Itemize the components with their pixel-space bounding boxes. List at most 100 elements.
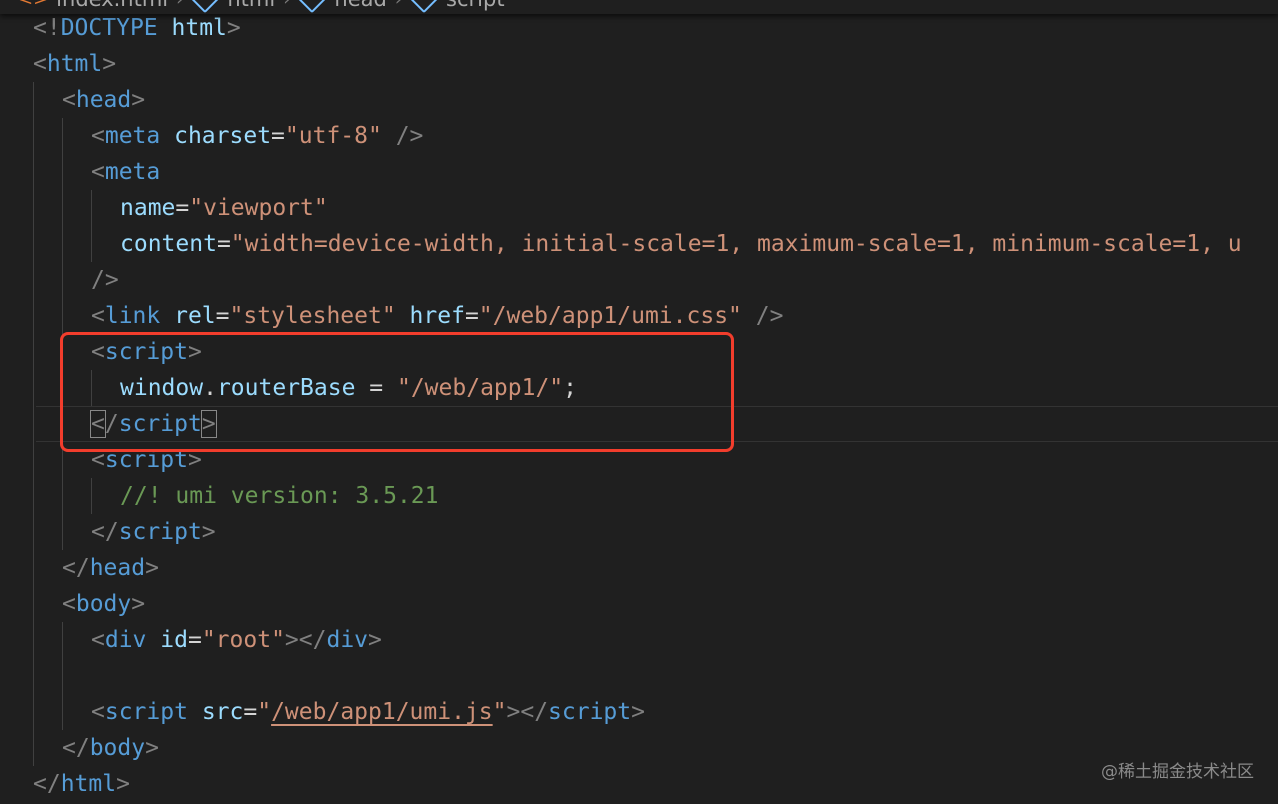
code-line-text: name="viewport" — [120, 190, 328, 226]
code-token: > — [226, 15, 241, 41]
code-line[interactable]: //! umi version: 3.5.21 — [0, 478, 1278, 514]
code-token: href — [409, 303, 465, 329]
code-line[interactable]: <meta — [0, 154, 1278, 190]
code-token: body — [75, 591, 132, 617]
code-line[interactable]: <link rel="stylesheet" href="/web/app1/u… — [0, 298, 1278, 334]
code-line[interactable]: content="width=device-width, initial-sca… — [0, 226, 1278, 262]
code-line[interactable]: <script> — [0, 442, 1278, 478]
code-line-text: <link rel="stylesheet" href="/web/app1/u… — [91, 298, 783, 334]
code-token: rel — [174, 303, 216, 329]
code-line[interactable]: <script src="/web/app1/umi.js"></script> — [0, 694, 1278, 730]
chevron-right-icon: › — [395, 0, 402, 10]
code-line[interactable]: <script> — [0, 334, 1278, 370]
code-token: = — [271, 123, 285, 149]
code-token: script — [548, 699, 632, 725]
code-token: /web/app1/umi.js — [271, 699, 493, 725]
code-token: id — [160, 627, 188, 653]
code-line[interactable]: /> — [0, 262, 1278, 298]
indent-guide — [33, 694, 34, 730]
code-line-text: <body> — [62, 586, 145, 622]
code-line[interactable]: <meta charset="utf-8" /> — [0, 118, 1278, 154]
code-line[interactable]: <body> — [0, 586, 1278, 622]
code-token: > — [145, 735, 159, 761]
code-line-text: <!DOCTYPE html> — [33, 10, 241, 46]
code-token: = — [215, 303, 230, 329]
code-editor[interactable]: <> index.html › html › head › script <!D… — [0, 0, 1278, 804]
code-line-text: </script> — [90, 406, 217, 442]
code-token: </ — [62, 735, 90, 761]
code-token: = — [216, 231, 231, 257]
code-token: > — [102, 51, 117, 77]
code-token: / — [104, 411, 119, 437]
code-token: routerBase — [216, 375, 356, 401]
code-line[interactable]: <html> — [0, 46, 1278, 82]
indent-guide — [62, 118, 63, 154]
indent-guide — [62, 334, 63, 370]
html-file-icon: <> — [18, 0, 48, 10]
code-line-text: /> — [91, 262, 119, 298]
code-token: charset — [174, 123, 272, 149]
indent-guide — [33, 334, 34, 370]
code-token: /> — [395, 123, 424, 149]
indent-guide — [33, 298, 34, 334]
code-line[interactable]: <div id="root"></div> — [0, 622, 1278, 658]
indent-guide — [62, 406, 63, 442]
breadcrumb-head[interactable]: head — [334, 0, 386, 11]
indent-guide — [33, 478, 34, 514]
indent-guide — [33, 730, 34, 766]
code-token: < — [91, 123, 105, 149]
code-line[interactable]: window.routerBase = "/web/app1/"; — [0, 370, 1278, 406]
breadcrumb-script[interactable]: script — [446, 0, 505, 11]
code-line-text: content="width=device-width, initial-sca… — [120, 226, 1242, 262]
watermark: @稀土掘金技术社区 — [1101, 762, 1254, 782]
code-token: script — [104, 447, 188, 473]
indent-guide — [33, 82, 34, 118]
code-line[interactable]: name="viewport" — [0, 190, 1278, 226]
code-token: < — [33, 51, 47, 77]
indent-guide — [33, 514, 34, 550]
code-line[interactable]: </script> — [0, 406, 1278, 442]
code-token: " — [257, 699, 272, 725]
chevron-right-icon: › — [176, 0, 183, 10]
indent-guide — [33, 658, 34, 694]
code-token: = — [355, 375, 397, 401]
code-token: < — [91, 303, 105, 329]
indent-guide — [62, 478, 63, 514]
code-area[interactable]: <!DOCTYPE html> <html> <head> <meta charset… — [0, 10, 1278, 802]
code-line[interactable]: </body> — [0, 730, 1278, 766]
code-token: < — [91, 699, 105, 725]
code-line[interactable]: </script> — [0, 514, 1278, 550]
code-token: = — [243, 699, 258, 725]
code-token: < — [90, 410, 106, 438]
code-token: = — [175, 195, 190, 221]
code-token: window — [120, 375, 204, 401]
code-line[interactable]: </html> — [0, 766, 1278, 802]
code-line-text: <head> — [62, 82, 145, 118]
code-line-text: </script> — [91, 514, 216, 550]
code-line-text: <script> — [91, 334, 202, 370]
chevron-right-icon: › — [283, 0, 290, 10]
code-token: meta — [104, 123, 161, 149]
code-line[interactable] — [0, 658, 1278, 694]
breadcrumb-file[interactable]: index.html — [56, 0, 168, 11]
code-line-text: </head> — [62, 550, 159, 586]
code-line[interactable]: <head> — [0, 82, 1278, 118]
indent-guide — [33, 262, 34, 298]
indent-guide — [62, 622, 63, 658]
indent-guide — [62, 298, 63, 334]
indent-guide — [33, 370, 34, 406]
code-token: > — [145, 555, 159, 581]
indent-guide — [91, 226, 92, 262]
breadcrumb-html[interactable]: html — [227, 0, 275, 11]
code-line-text: <script src="/web/app1/umi.js"></script> — [91, 694, 645, 730]
code-token: html — [171, 15, 227, 41]
indent-guide — [33, 550, 34, 586]
code-line[interactable]: </head> — [0, 550, 1278, 586]
code-line[interactable]: <!DOCTYPE html> — [0, 10, 1278, 46]
code-token: > — [131, 87, 146, 113]
